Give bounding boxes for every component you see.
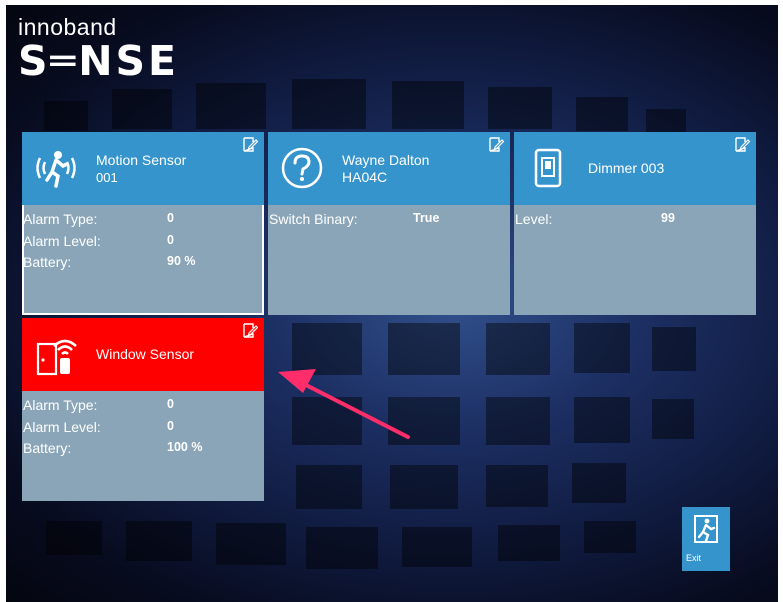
property-label: Alarm Level: bbox=[23, 232, 101, 249]
brand-product: S═NSE bbox=[18, 37, 180, 85]
device-tile-wayne-dalton[interactable]: Wayne Dalton HA04C Switch Binary: True bbox=[268, 132, 510, 315]
device-tile-motion-sensor[interactable]: Motion Sensor 001 Alarm Type: 0 Alarm Lev… bbox=[22, 132, 264, 315]
property-value: 100 % bbox=[167, 440, 203, 454]
property-label: Alarm Type: bbox=[23, 211, 98, 227]
property-row: Alarm Type: 0 bbox=[22, 211, 264, 233]
property-value: 0 bbox=[167, 397, 174, 411]
tile-title: Wayne Dalton HA04C bbox=[342, 152, 429, 186]
property-label: Battery: bbox=[23, 254, 72, 270]
device-id: 001 bbox=[96, 170, 118, 185]
property-label: Alarm Level: bbox=[23, 418, 101, 435]
property-label: Battery: bbox=[23, 440, 72, 456]
tile-header: Motion Sensor 001 bbox=[22, 132, 264, 205]
window-sensor-icon bbox=[36, 339, 77, 376]
property-value: 90 % bbox=[167, 254, 196, 268]
property-row: Level: 99 bbox=[514, 211, 756, 233]
property-value: 0 bbox=[167, 418, 174, 433]
property-row: Alarm Level: 0 bbox=[22, 419, 264, 441]
tile-header: Dimmer 003 bbox=[514, 132, 756, 205]
tile-body: Level: 99 bbox=[514, 205, 756, 233]
edit-icon[interactable] bbox=[242, 136, 258, 152]
property-row: Battery: 100 % bbox=[22, 440, 264, 462]
device-id: HA04C bbox=[342, 169, 388, 185]
property-row: Alarm Level: 0 bbox=[22, 233, 264, 255]
brand-logo: innoband S═NSE bbox=[18, 15, 179, 83]
property-value: 0 bbox=[167, 232, 174, 247]
edit-icon[interactable] bbox=[488, 136, 504, 152]
property-value: True bbox=[413, 211, 440, 225]
tile-title: Dimmer 003 bbox=[588, 160, 664, 177]
tile-title: Motion Sensor 001 bbox=[96, 152, 186, 186]
brand-name: innoband bbox=[18, 14, 117, 40]
device-name: Wayne Dalton bbox=[342, 152, 430, 168]
exit-label: Exit bbox=[686, 553, 702, 563]
edit-icon[interactable] bbox=[242, 322, 258, 338]
device-tile-window-sensor[interactable]: Window Sensor Alarm Type: 0 Alarm Level: 0… bbox=[22, 318, 264, 501]
question-icon bbox=[281, 147, 323, 189]
edit-icon[interactable] bbox=[734, 136, 750, 152]
property-value: 0 bbox=[167, 211, 174, 225]
device-tile-dimmer[interactable]: Dimmer 003 Level: 99 bbox=[514, 132, 756, 315]
tile-header: Window Sensor bbox=[22, 318, 264, 391]
property-row: Switch Binary: True bbox=[268, 211, 510, 233]
device-name: Window Sensor bbox=[96, 346, 195, 362]
property-label: Level: bbox=[515, 211, 553, 227]
property-label: Switch Binary: bbox=[269, 211, 358, 227]
property-value: 99 bbox=[661, 211, 675, 225]
tile-title: Window Sensor bbox=[96, 346, 194, 363]
motion-sensor-icon bbox=[36, 151, 76, 188]
device-name: Motion Sensor bbox=[96, 152, 187, 168]
exit-door-icon bbox=[694, 515, 718, 543]
property-row: Alarm Type: 0 bbox=[22, 397, 264, 419]
property-row: Battery: 90 % bbox=[22, 254, 264, 276]
device-name: Dimmer 003 bbox=[588, 160, 665, 176]
tile-body: Switch Binary: True bbox=[268, 205, 510, 233]
tile-body: Alarm Type: 0 Alarm Level: 0 Battery: 100 % bbox=[22, 391, 264, 462]
exit-button[interactable]: Exit bbox=[682, 507, 730, 571]
tile-body: Alarm Type: 0 Alarm Level: 0 Battery: 90 % bbox=[22, 205, 264, 276]
tile-header: Wayne Dalton HA04C bbox=[268, 132, 510, 205]
app-screen: innoband S═NSE Motion Sensor 001 Alarm T… bbox=[6, 5, 778, 602]
property-label: Alarm Type: bbox=[23, 397, 98, 413]
dimmer-switch-icon bbox=[534, 148, 562, 188]
